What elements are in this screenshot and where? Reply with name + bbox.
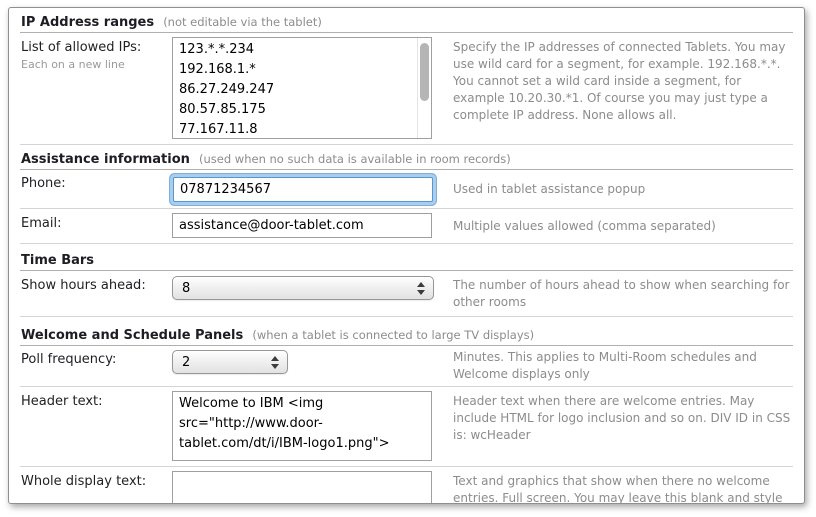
section-header-time-bars: Time Bars [20, 244, 793, 271]
show-hours-ahead-select[interactable]: 8 [172, 276, 434, 300]
textarea-scrollbar[interactable] [417, 38, 431, 138]
allowed-ips-label-block: List of allowed IPs: Each on a new line [21, 37, 172, 73]
row-allowed-ips: List of allowed IPs: Each on a new line … [20, 33, 793, 145]
show-hours-ahead-help: The number of hours ahead to show when s… [445, 275, 792, 311]
whole-display-text-textarea[interactable] [172, 471, 432, 504]
section-note: (when a tablet is connected to large TV … [252, 328, 534, 342]
allowed-ips-label: List of allowed IPs: [21, 40, 172, 56]
arrow-down-icon [271, 364, 279, 369]
row-header-text: Header text: Welcome to IBM <img src="ht… [20, 387, 793, 467]
select-value: 2 [182, 355, 190, 370]
row-email: Email: Multiple values allowed (comma se… [20, 209, 793, 244]
section-title: Welcome and Schedule Panels [21, 328, 243, 343]
stepper-arrows-icon [417, 282, 425, 295]
section-note: (not editable via the tablet) [163, 15, 322, 29]
arrow-up-icon [417, 282, 425, 287]
section-header-ip-ranges: IP Address ranges (not editable via the … [20, 8, 793, 33]
row-whole-display-text: Whole display text: Text and graphics th… [20, 467, 793, 504]
section-title: IP Address ranges [21, 15, 154, 30]
whole-display-text-label: Whole display text: [21, 471, 172, 490]
header-text-label: Header text: [21, 391, 172, 410]
phone-input[interactable] [173, 177, 433, 202]
arrow-down-icon [417, 290, 425, 295]
allowed-ips-textarea[interactable]: 123.*.*.234 192.168.1.* 86.27.249.247 80… [172, 37, 432, 139]
row-show-hours-ahead: Show hours ahead: 8 The number of hours … [20, 271, 793, 317]
email-help: Multiple values allowed (comma separated… [445, 213, 792, 235]
row-poll-frequency: Poll frequency: 2 Minutes. This applies … [20, 346, 793, 387]
section-header-welcome-panels: Welcome and Schedule Panels (when a tabl… [20, 317, 793, 346]
header-text-help: Header text when there are welcome entri… [445, 391, 792, 444]
whole-display-text-help: Text and graphics that show when there n… [445, 471, 792, 504]
email-label: Email: [21, 213, 172, 232]
section-title: Assistance information [21, 152, 190, 167]
poll-frequency-label: Poll frequency: [21, 349, 172, 368]
allowed-ips-sublabel: Each on a new line [21, 57, 172, 73]
header-text-textarea[interactable]: Welcome to IBM <img src="http://www.door… [172, 391, 432, 461]
email-input[interactable] [172, 213, 432, 238]
scrollbar-thumb[interactable] [420, 43, 429, 101]
section-header-assistance: Assistance information (used when no suc… [20, 145, 793, 170]
allowed-ips-textarea-wrap: 123.*.*.234 192.168.1.* 86.27.249.247 80… [172, 37, 432, 139]
arrow-up-icon [271, 356, 279, 361]
poll-frequency-help: Minutes. This applies to Multi-Room sche… [445, 349, 792, 383]
settings-panel: IP Address ranges (not editable via the … [8, 7, 805, 504]
section-note: (used when no such data is available in … [199, 152, 511, 166]
section-title: Time Bars [21, 253, 94, 268]
phone-label: Phone: [21, 173, 172, 192]
phone-help: Used in tablet assistance popup [445, 173, 792, 198]
show-hours-ahead-label: Show hours ahead: [21, 275, 172, 294]
stepper-arrows-icon [271, 356, 279, 369]
select-value: 8 [182, 281, 190, 296]
poll-frequency-select[interactable]: 2 [172, 350, 288, 374]
row-phone: Phone: Used in tablet assistance popup [20, 170, 793, 209]
allowed-ips-help: Specify the IP addresses of connected Ta… [445, 37, 792, 124]
